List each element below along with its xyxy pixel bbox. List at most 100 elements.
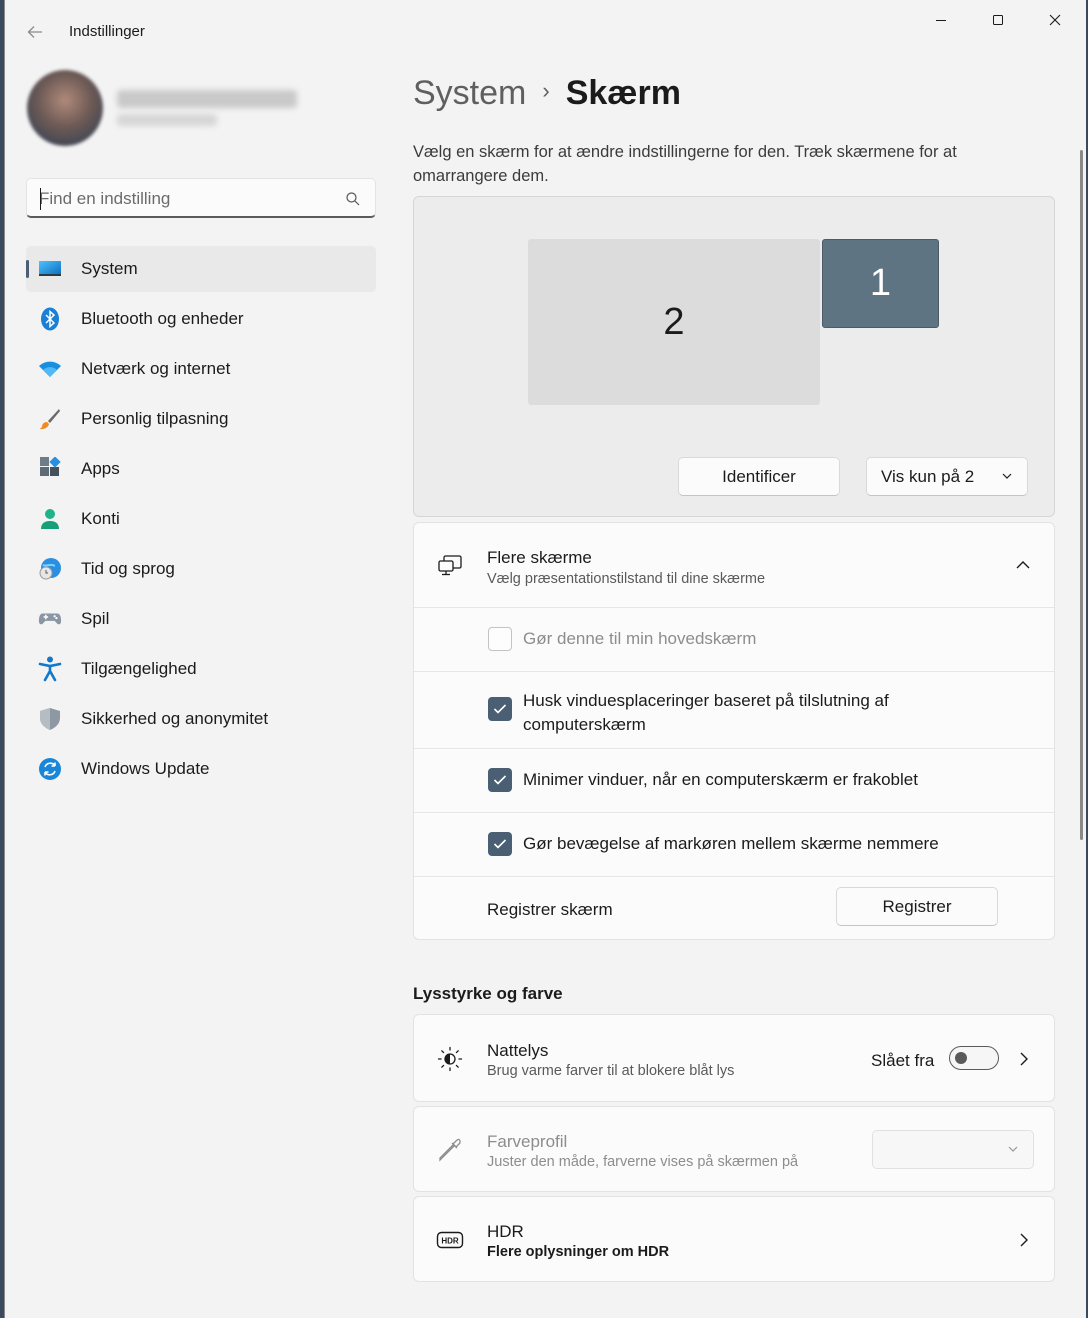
wifi-icon <box>38 357 62 381</box>
night-light-status: Slået fra <box>871 1051 935 1070</box>
night-light-subtitle: Brug varme farver til at blokere blåt ly… <box>487 1063 735 1079</box>
avatar[interactable] <box>27 70 103 146</box>
sidebar-item-accessibility[interactable]: Tilgængelighed <box>26 646 376 692</box>
sidebar-item-label: Konti <box>81 509 120 528</box>
multiple-displays-icon <box>436 552 464 580</box>
divider <box>414 876 1054 877</box>
divider <box>414 607 1054 608</box>
main-display-checkbox[interactable] <box>488 627 512 651</box>
sidebar-item-label: Tilgængelighed <box>81 659 197 678</box>
settings-window: Indstillinger System Bluetoo <box>4 0 1086 1318</box>
checkmark-icon <box>493 775 507 785</box>
remember-window-positions-checkbox[interactable] <box>488 697 512 721</box>
sidebar-item-network[interactable]: Netværk og internet <box>26 346 376 392</box>
sidebar-item-personalization[interactable]: Personlig tilpasning <box>26 396 376 442</box>
accessibility-icon <box>38 656 62 682</box>
sidebar-item-label: Bluetooth og enheder <box>81 309 244 328</box>
close-button[interactable] <box>1035 8 1075 32</box>
sidebar-item-label: Sikkerhed og anonymitet <box>81 709 269 728</box>
minimize-icon <box>936 20 946 21</box>
night-light-toggle[interactable] <box>949 1046 999 1070</box>
display-mode-select[interactable]: Vis kun på 2 <box>866 457 1028 496</box>
ease-cursor-movement-checkbox[interactable] <box>488 832 512 856</box>
monitor-2[interactable]: 2 <box>528 239 820 405</box>
minimize-windows-label: Minimer vinduer, når en computerskærm er… <box>523 770 918 789</box>
brush-icon <box>38 407 62 431</box>
bluetooth-icon <box>38 307 62 331</box>
gamepad-icon <box>38 607 62 631</box>
maximize-button[interactable] <box>978 8 1018 32</box>
search-box <box>26 178 376 218</box>
sidebar-item-privacy-security[interactable]: Sikkerhed og anonymitet <box>26 696 376 742</box>
scrollbar-thumb[interactable] <box>1080 150 1083 840</box>
sidebar-item-label: Windows Update <box>81 759 210 778</box>
checkmark-icon <box>493 704 507 714</box>
color-profile-row: Farveprofil Juster den måde, farverne vi… <box>413 1106 1055 1192</box>
hdr-row[interactable]: HDR HDR Flere oplysninger om HDR <box>413 1196 1055 1282</box>
night-light-icon <box>436 1045 464 1073</box>
brightness-color-heading: Lysstyrke og farve <box>413 984 563 1003</box>
chevron-right-icon <box>1020 1052 1028 1066</box>
night-light-row[interactable]: Nattelys Brug varme farver til at bloker… <box>413 1014 1055 1102</box>
main-display-label: Gør denne til min hovedskærm <box>523 629 757 648</box>
color-profile-select[interactable] <box>872 1130 1034 1169</box>
system-icon <box>38 257 62 281</box>
divider <box>414 812 1054 813</box>
minimize-windows-checkbox[interactable] <box>488 768 512 792</box>
divider <box>414 748 1054 749</box>
title-bar: Indstillinger <box>5 0 1086 64</box>
sidebar-item-label: Tid og sprog <box>81 559 175 578</box>
color-profile-title: Farveprofil <box>487 1132 568 1151</box>
multiple-displays-card: Flere skærme Vælg præsentationstilstand … <box>413 522 1055 940</box>
update-icon <box>38 757 62 781</box>
arrow-left-icon <box>27 26 42 38</box>
sidebar-item-gaming[interactable]: Spil <box>26 596 376 642</box>
minimize-button[interactable] <box>921 8 961 32</box>
svg-text:HDR: HDR <box>441 1237 459 1246</box>
sidebar-item-bluetooth[interactable]: Bluetooth og enheder <box>26 296 376 342</box>
chevron-right-icon <box>1020 1233 1028 1247</box>
divider <box>414 671 1054 672</box>
maximize-icon <box>993 15 1003 25</box>
time-language-icon <box>38 557 62 581</box>
register-button[interactable]: Registrer <box>836 887 998 926</box>
sidebar-item-apps[interactable]: Apps <box>26 446 376 492</box>
night-light-title: Nattelys <box>487 1041 549 1060</box>
hdr-more-info-link[interactable]: Flere oplysninger om HDR <box>487 1244 669 1260</box>
close-icon <box>1049 14 1061 26</box>
apps-icon <box>38 457 62 481</box>
display-arrangement-panel: 2 1 Identificer Vis kun på 2 <box>413 196 1055 517</box>
sidebar-item-accounts[interactable]: Konti <box>26 496 376 542</box>
breadcrumb-parent[interactable]: System <box>413 74 526 112</box>
register-display-label: Registrer skærm <box>487 900 613 919</box>
remember-window-positions-label: Husk vinduesplaceringer baseret på tilsl… <box>523 691 889 734</box>
multiple-displays-subtitle: Vælg præsentationstilstand til dine skær… <box>487 571 766 587</box>
app-title: Indstillinger <box>69 23 145 40</box>
multiple-displays-title: Flere skærme <box>487 548 592 567</box>
checkmark-icon <box>493 839 507 849</box>
profile-name-blurred <box>117 90 297 108</box>
color-profile-subtitle: Juster den måde, farverne vises på skærm… <box>487 1154 799 1170</box>
intro-text: Vælg en skærm for at ændre indstillinger… <box>413 143 957 185</box>
toggle-knob <box>955 1052 967 1064</box>
sidebar-item-label: Netværk og internet <box>81 359 231 378</box>
ease-cursor-movement-label: Gør bevægelse af markøren mellem skærme … <box>523 834 939 853</box>
hdr-title: HDR <box>487 1222 524 1241</box>
display-mode-value: Vis kun på 2 <box>881 466 975 486</box>
sidebar-item-label: Spil <box>81 609 110 628</box>
shield-icon <box>38 707 62 731</box>
sidebar-nav: System Bluetooth og enheder Netværk og i… <box>26 246 376 796</box>
search-icon[interactable] <box>345 191 361 207</box>
sidebar-item-time-language[interactable]: Tid og sprog <box>26 546 376 592</box>
monitor-1[interactable]: 1 <box>822 239 939 328</box>
search-input[interactable] <box>39 188 339 210</box>
sidebar-item-windows-update[interactable]: Windows Update <box>26 746 376 792</box>
chevron-up-icon[interactable] <box>1015 558 1031 572</box>
sidebar-item-system[interactable]: System <box>26 246 376 292</box>
eyedropper-icon <box>436 1136 464 1164</box>
identify-button[interactable]: Identificer <box>678 457 840 496</box>
profile-email-blurred <box>117 114 217 126</box>
back-button[interactable] <box>21 18 49 46</box>
sidebar-item-label: Apps <box>81 459 120 478</box>
multiple-displays-header[interactable]: Flere skærme Vælg præsentationstilstand … <box>414 523 1054 607</box>
